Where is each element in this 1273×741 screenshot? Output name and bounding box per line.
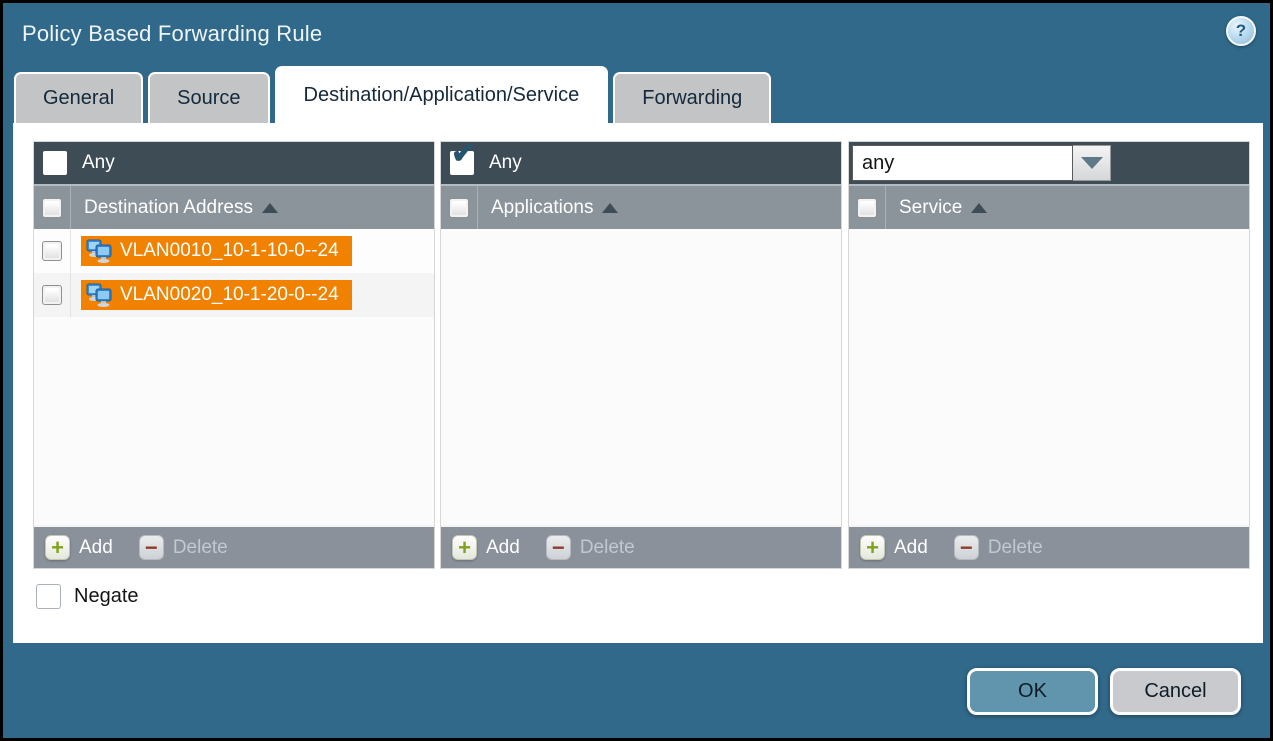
service-delete-button[interactable]: − Delete [954,535,1043,560]
add-plus-icon: + [860,535,885,560]
applications-footer: + Add − Delete [441,525,841,568]
service-select-all-checkbox[interactable] [857,198,877,218]
destination-add-button[interactable]: + Add [45,535,113,560]
list-item[interactable]: VLAN0020_10-1-20-0--24 [34,273,434,317]
destination-column-header[interactable]: Destination Address [84,197,253,219]
applications-delete-button[interactable]: − Delete [546,535,635,560]
tab-general-label: General [43,87,114,110]
destination-address-1: VLAN0010_10-1-10-0--24 [120,240,339,262]
service-footer: + Add − Delete [849,525,1249,568]
applications-any-label: Any [489,152,522,174]
service-column-header[interactable]: Service [899,197,962,219]
delete-minus-icon: − [139,535,164,560]
destination-row2-checkbox[interactable] [42,285,62,305]
sort-ascending-icon[interactable] [971,203,987,213]
destination-select-all-checkbox[interactable] [42,198,62,218]
destination-any-checkbox[interactable] [43,151,67,175]
applications-list-header: Applications [441,184,841,229]
destination-address-chip[interactable]: VLAN0020_10-1-20-0--24 [81,280,352,310]
service-combobox: any [852,145,1111,181]
tab-forwarding-label: Forwarding [642,87,742,110]
destination-address-chip[interactable]: VLAN0010_10-1-10-0--24 [81,236,352,266]
destination-address-panel: Any Destination Address [33,141,435,569]
add-plus-icon: + [45,535,70,560]
tab-content-panel: Any Destination Address [13,123,1263,643]
destination-list: VLAN0010_10-1-10-0--24 [34,229,434,525]
ok-button[interactable]: OK [967,668,1098,715]
tab-destination-label: Destination/Application/Service [304,84,580,107]
service-list-header: Service [849,184,1249,229]
applications-any-row: ✔ Any [441,142,841,184]
help-icon[interactable]: ? [1226,16,1256,46]
sort-ascending-icon[interactable] [262,203,278,213]
checkmark-icon: ✔ [451,139,476,169]
dialog-title: Policy Based Forwarding Rule [22,21,322,47]
applications-any-checkbox[interactable]: ✔ [450,151,474,175]
tab-source[interactable]: Source [148,72,269,123]
network-computers-icon [86,283,112,307]
applications-list [441,229,841,525]
destination-address-2: VLAN0020_10-1-20-0--24 [120,284,339,306]
service-dropdown-value[interactable]: any [852,145,1073,181]
service-add-button[interactable]: + Add [860,535,928,560]
applications-select-all-checkbox[interactable] [449,198,469,218]
tab-destination-application-service[interactable]: Destination/Application/Service [275,66,609,123]
destination-row1-checkbox[interactable] [42,241,62,261]
service-list [849,229,1249,525]
delete-minus-icon: − [954,535,979,560]
dialog-titlebar: Policy Based Forwarding Rule ? [3,3,1270,67]
delete-minus-icon: − [546,535,571,560]
service-panel: any Service + Add [848,141,1250,569]
policy-based-forwarding-dialog: Policy Based Forwarding Rule ? General S… [0,0,1273,741]
service-dropdown-button[interactable] [1073,145,1111,181]
applications-add-button[interactable]: + Add [452,535,520,560]
sort-ascending-icon[interactable] [602,203,618,213]
tab-general[interactable]: General [14,72,143,123]
destination-any-row: Any [34,142,434,184]
negate-label: Negate [74,585,139,608]
negate-option: Negate [36,584,139,609]
negate-checkbox[interactable] [36,584,61,609]
applications-column-header[interactable]: Applications [491,197,593,219]
tab-bar: General Source Destination/Application/S… [14,66,771,123]
tab-source-label: Source [177,87,240,110]
destination-footer: + Add − Delete [34,525,434,568]
applications-panel: ✔ Any Applications + Add − Delete [440,141,842,569]
chevron-down-icon [1081,157,1103,169]
destination-delete-button[interactable]: − Delete [139,535,228,560]
tab-forwarding[interactable]: Forwarding [613,72,771,123]
destination-any-label: Any [82,152,115,174]
cancel-button[interactable]: Cancel [1110,668,1241,715]
list-item[interactable]: VLAN0010_10-1-10-0--24 [34,229,434,273]
network-computers-icon [86,239,112,263]
destination-list-header: Destination Address [34,184,434,229]
service-dropdown-row: any [849,142,1249,184]
add-plus-icon: + [452,535,477,560]
